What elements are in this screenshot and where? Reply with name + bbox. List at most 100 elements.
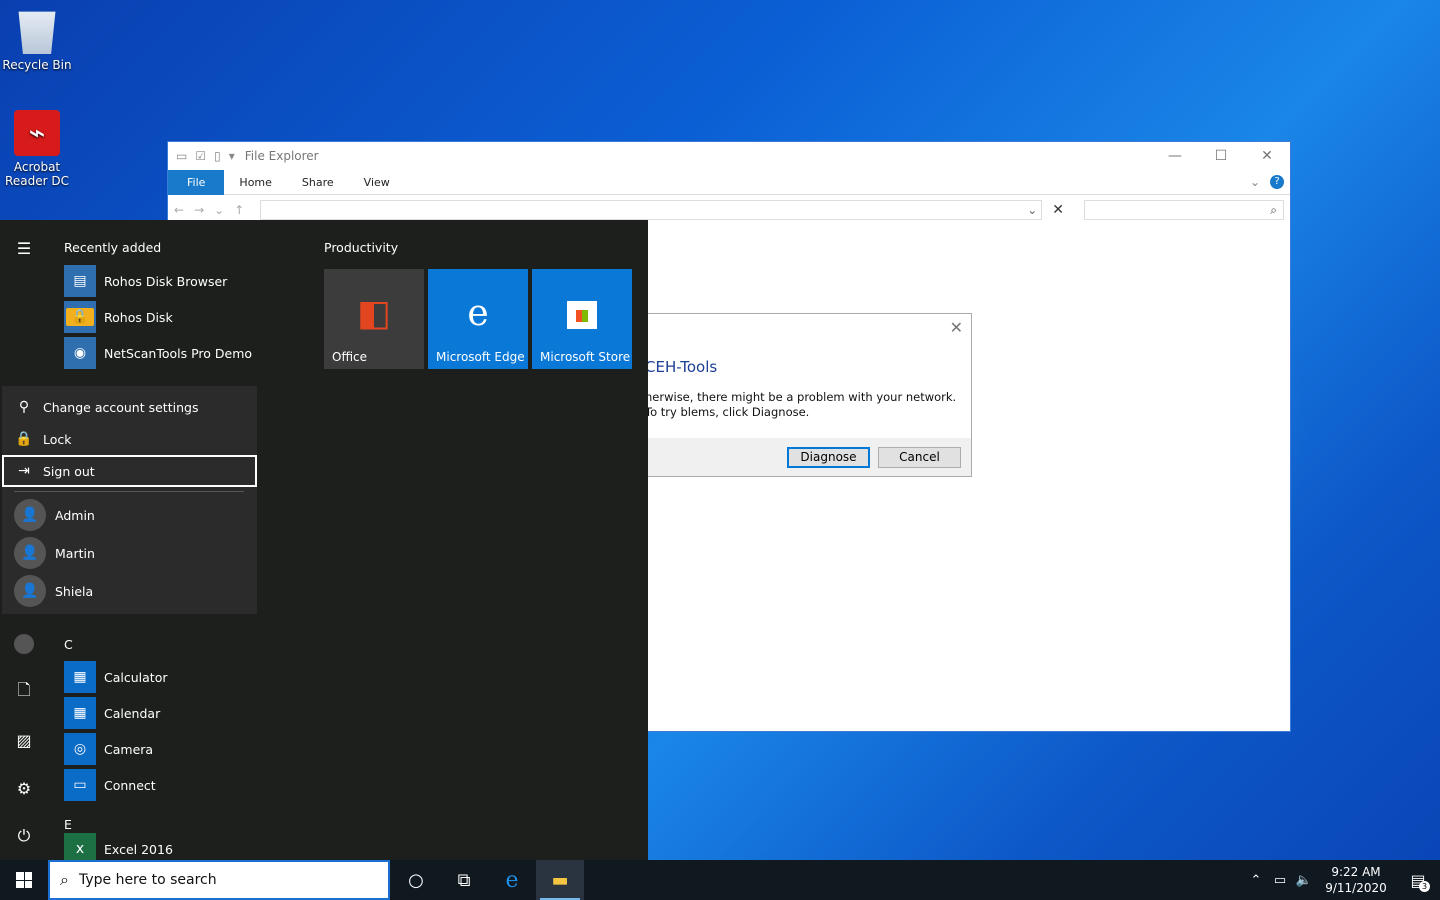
lock-item[interactable]: 🔒 Lock xyxy=(2,423,257,455)
dialog-title: CEH-Tools xyxy=(645,358,718,376)
dialog-footer: Diagnose Cancel xyxy=(621,438,971,476)
app-connect[interactable]: ▭ Connect xyxy=(64,767,304,803)
rohos-disk-browser-icon: ▤ xyxy=(64,265,96,297)
power-icon[interactable]: ⏻ xyxy=(0,812,48,860)
user-martin[interactable]: 👤 Martin xyxy=(14,534,95,572)
section-header-c[interactable]: C xyxy=(64,637,73,652)
user-avatar-icon[interactable] xyxy=(0,620,48,668)
desktop-icon-acrobat-reader[interactable]: ⌁ Acrobat Reader DC xyxy=(0,110,74,188)
clock-date: 9/11/2020 xyxy=(1325,881,1387,895)
hamburger-menu-icon[interactable]: ☰ xyxy=(0,224,48,272)
calendar-icon: ▦ xyxy=(64,697,96,729)
netscantools-icon: ◉ xyxy=(64,337,96,369)
tile-office[interactable]: ◧ Office xyxy=(324,269,424,369)
help-icon[interactable]: ? xyxy=(1270,175,1284,189)
user-settings-icon: ⚲ xyxy=(18,399,30,415)
account-menu-divider xyxy=(14,491,244,492)
tab-home[interactable]: Home xyxy=(224,170,286,195)
close-icon[interactable]: ✕ xyxy=(1052,202,1064,218)
folder-icon: ▬ xyxy=(551,869,569,891)
avatar: 👤 xyxy=(14,499,46,531)
user-admin[interactable]: 👤 Admin xyxy=(14,496,95,534)
tile-microsoft-edge[interactable]: e Microsoft Edge xyxy=(428,269,528,369)
taskbar-search-box[interactable]: ⌕ Type here to search xyxy=(48,860,390,900)
up-arrow-icon[interactable]: ↑ xyxy=(234,203,244,217)
tab-view[interactable]: View xyxy=(349,170,405,195)
avatar: 👤 xyxy=(14,575,46,607)
recently-added-header: Recently added xyxy=(64,240,162,255)
diagnose-button[interactable]: Diagnose xyxy=(787,447,870,468)
documents-icon[interactable]: 🗋 xyxy=(0,668,48,716)
tiles-group-header: Productivity xyxy=(324,240,399,255)
office-icon: ◧ xyxy=(356,293,391,334)
task-view-button[interactable]: ⧉ xyxy=(440,860,488,900)
network-icon[interactable]: ▭ xyxy=(1268,873,1292,888)
forward-arrow-icon[interactable]: → xyxy=(194,203,204,217)
account-menu: ⚲ Change account settings 🔒 Lock ⇥ Sign … xyxy=(2,386,257,614)
app-rohos-disk-browser[interactable]: ▤ Rohos Disk Browser xyxy=(64,263,304,299)
app-camera[interactable]: ◎ Camera xyxy=(64,731,304,767)
network-error-dialog: ✕ CEH-Tools herwise, there might be a pr… xyxy=(620,313,972,477)
user-shiela[interactable]: 👤 Shiela xyxy=(14,572,93,610)
pictures-icon[interactable]: ▨ xyxy=(0,716,48,764)
explorer-title-bar: ▭ ☑ ▯ ▾ File Explorer — ☐ ✕ xyxy=(168,142,1290,170)
chevron-down-icon[interactable]: ▾ xyxy=(229,149,235,163)
tile-microsoft-store[interactable]: Microsoft Store xyxy=(532,269,632,369)
search-icon: ⌕ xyxy=(60,870,69,889)
system-tray: ⌃ ▭ 🔈 9:22 AM 9/11/2020 ▤ 3 xyxy=(1244,860,1440,900)
chevron-up-icon[interactable]: ⌃ xyxy=(1244,873,1268,888)
task-view-icon: ⧉ xyxy=(457,869,471,891)
edge-icon: e xyxy=(505,867,519,893)
lock-icon: 🔒 xyxy=(15,431,33,447)
close-button[interactable]: ✕ xyxy=(1244,142,1290,170)
ribbon-tabs: File Home Share View ⌄ ? xyxy=(168,169,1290,195)
chevron-down-icon[interactable]: ⌄ xyxy=(214,203,224,217)
app-netscantools[interactable]: ◉ NetScanTools Pro Demo xyxy=(64,335,304,371)
change-account-settings-item[interactable]: ⚲ Change account settings xyxy=(2,391,257,423)
volume-muted-icon[interactable]: 🔈 xyxy=(1292,873,1316,888)
search-placeholder: Type here to search xyxy=(78,872,217,888)
minimize-button[interactable]: — xyxy=(1152,142,1198,170)
section-header-e[interactable]: E xyxy=(64,817,72,832)
clock-time: 9:22 AM xyxy=(1331,865,1381,879)
settings-gear-icon[interactable]: ⚙ xyxy=(0,764,48,812)
cortana-button[interactable]: ○ xyxy=(392,860,440,900)
tab-share[interactable]: Share xyxy=(287,170,349,195)
search-box[interactable]: ⌕ xyxy=(1083,200,1284,220)
close-icon[interactable]: ✕ xyxy=(950,318,963,337)
sign-out-item[interactable]: ⇥ Sign out xyxy=(2,455,257,487)
store-bag-icon xyxy=(532,293,632,334)
tab-file[interactable]: File xyxy=(168,169,225,195)
properties-icon[interactable]: ▭ xyxy=(176,149,187,163)
address-bar[interactable]: ⌄ xyxy=(260,200,1043,220)
calculator-icon: ▦ xyxy=(64,661,96,693)
camera-icon: ◎ xyxy=(64,733,96,765)
edge-icon: e xyxy=(467,293,489,334)
acrobat-icon: ⌁ xyxy=(14,110,60,156)
maximize-button[interactable]: ☐ xyxy=(1198,142,1244,170)
desktop-icon-recycle-bin[interactable]: Recycle Bin xyxy=(0,8,74,72)
connect-icon: ▭ xyxy=(64,769,96,801)
search-icon: ⌕ xyxy=(1270,202,1277,217)
new-folder-icon[interactable]: ▯ xyxy=(214,149,221,163)
app-calendar[interactable]: ▦ Calendar xyxy=(64,695,304,731)
desktop-icon-label: Acrobat Reader DC xyxy=(5,160,69,188)
taskbar: ⌕ Type here to search ○ ⧉ e ▬ ⌃ ▭ 🔈 9:22… xyxy=(0,860,1440,900)
cancel-button[interactable]: Cancel xyxy=(878,447,961,468)
action-center-button[interactable]: ▤ 3 xyxy=(1396,871,1440,892)
avatar: 👤 xyxy=(14,537,46,569)
rohos-disk-lock-icon: 🔒 xyxy=(64,301,96,333)
back-arrow-icon[interactable]: ← xyxy=(174,203,184,217)
desktop-icon-label: Recycle Bin xyxy=(2,58,72,72)
taskbar-edge-button[interactable]: e xyxy=(488,860,536,900)
app-calculator[interactable]: ▦ Calculator xyxy=(64,659,304,695)
chevron-down-icon[interactable]: ⌄ xyxy=(1250,175,1260,189)
clock[interactable]: 9:22 AM 9/11/2020 xyxy=(1316,864,1396,896)
taskbar-file-explorer-button[interactable]: ▬ xyxy=(536,860,584,900)
dialog-message: herwise, there might be a problem with y… xyxy=(645,390,957,419)
notification-count-badge: 3 xyxy=(1419,880,1430,892)
checkmark-icon[interactable]: ☑ xyxy=(195,149,206,163)
app-rohos-disk[interactable]: 🔒 Rohos Disk xyxy=(64,299,304,335)
chevron-down-icon[interactable]: ⌄ xyxy=(1027,203,1037,217)
start-button[interactable] xyxy=(0,860,48,900)
